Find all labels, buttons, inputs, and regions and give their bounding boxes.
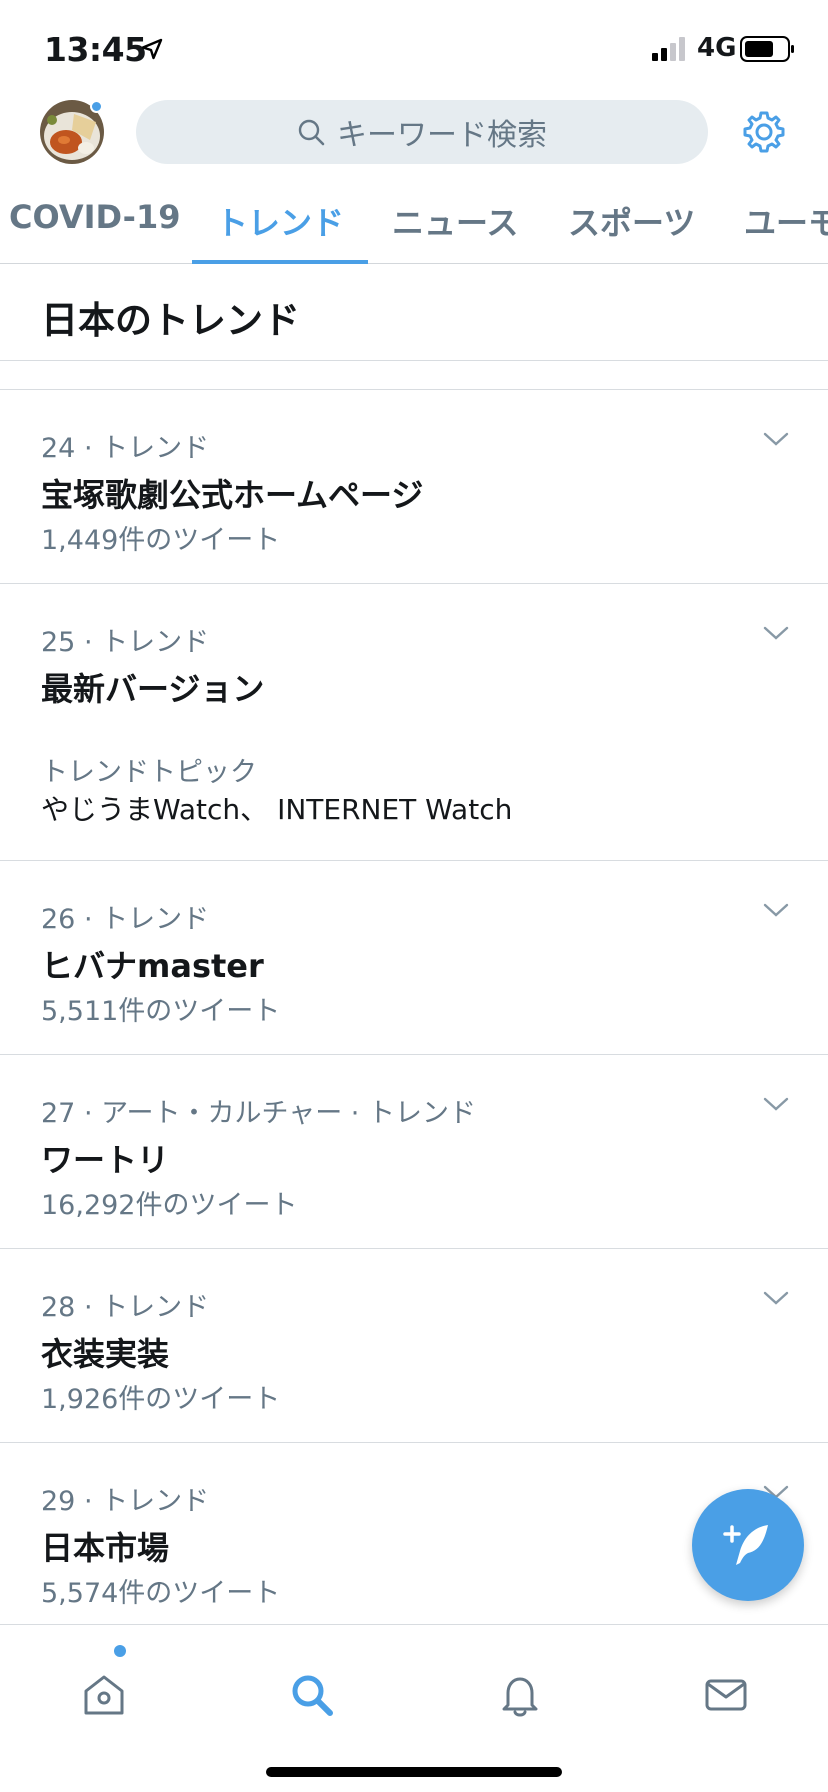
trend-item[interactable]: 28 · トレンド 衣装実装 1,926件のツイート	[0, 1249, 828, 1442]
search-placeholder: キーワード検索	[337, 118, 547, 153]
trend-name: 衣装実装	[41, 1335, 170, 1373]
compose-tweet-button[interactable]	[692, 1489, 804, 1601]
search-icon[interactable]	[288, 1671, 336, 1719]
chevron-down-icon[interactable]	[762, 901, 790, 919]
trend-topic-value: やじうまWatch、 INTERNET Watch	[41, 793, 513, 826]
status-bar: 13:45 4G	[0, 0, 828, 92]
trend-item[interactable]: 25 · トレンド 最新バージョン トレンドトピック やじうまWatch、 IN…	[0, 584, 828, 860]
search-input[interactable]: キーワード検索	[136, 100, 708, 164]
trend-item[interactable]: 27 · アート・カルチャー · トレンド ワートリ 16,292件のツイート	[0, 1055, 828, 1248]
tab-sports[interactable]: スポーツ	[568, 198, 695, 244]
compose-feather-icon	[723, 1525, 768, 1565]
trend-item[interactable]: 24 · トレンド 宝塚歌劇公式ホームページ 1,449件のツイート	[0, 390, 828, 583]
tab-trends[interactable]: トレンド	[216, 198, 344, 244]
trend-name: 宝塚歌劇公式ホームページ	[41, 476, 424, 514]
trend-tweet-count: 16,292件のツイート	[41, 1190, 298, 1221]
chevron-down-icon[interactable]	[762, 1289, 790, 1307]
section-title: 日本のトレンド	[41, 299, 300, 342]
tab-covid-19[interactable]: COVID-19	[9, 198, 180, 236]
explore-tabs: COVID-19 トレンド ニュース スポーツ ユーモ	[0, 180, 828, 264]
divider	[0, 360, 828, 361]
active-tab-indicator	[192, 260, 368, 264]
trend-meta: 29 · トレンド	[41, 1486, 210, 1517]
trend-meta: 24 · トレンド	[41, 433, 210, 464]
trend-tweet-count: 1,926件のツイート	[41, 1384, 281, 1415]
network-type: 4G	[697, 33, 737, 63]
trend-name: 日本市場	[41, 1529, 170, 1567]
trend-name: ヒバナmaster	[41, 947, 264, 985]
trend-name: 最新バージョン	[41, 670, 265, 708]
bell-icon[interactable]	[496, 1671, 544, 1719]
mail-icon[interactable]	[702, 1671, 750, 1719]
home-icon[interactable]	[80, 1671, 128, 1719]
trend-meta: 28 · トレンド	[41, 1292, 210, 1323]
bottom-nav	[0, 1624, 828, 1792]
battery-icon	[740, 36, 794, 62]
trend-name: ワートリ	[41, 1141, 170, 1179]
gear-icon[interactable]	[742, 110, 786, 154]
app-header: キーワード検索	[0, 96, 828, 168]
trend-tweet-count: 5,574件のツイート	[41, 1578, 281, 1609]
chevron-down-icon[interactable]	[762, 624, 790, 642]
trend-tweet-count: 1,449件のツイート	[41, 525, 281, 556]
home-indicator	[266, 1767, 562, 1777]
chevron-down-icon[interactable]	[762, 430, 790, 448]
trend-topic-label: トレンドトピック	[41, 757, 257, 788]
tab-news[interactable]: ニュース	[392, 198, 518, 244]
cell-signal-icon	[652, 37, 685, 61]
location-arrow-icon	[141, 38, 163, 60]
trend-tweet-count: 5,511件のツイート	[41, 996, 281, 1027]
home-notification-dot	[114, 1645, 126, 1657]
trend-meta: 27 · アート・カルチャー · トレンド	[41, 1098, 476, 1129]
chevron-down-icon[interactable]	[762, 1095, 790, 1113]
search-icon	[298, 119, 325, 146]
notification-dot	[90, 100, 103, 113]
trend-meta: 26 · トレンド	[41, 904, 210, 935]
tab-humor[interactable]: ユーモ	[744, 198, 828, 244]
trend-item[interactable]: 26 · トレンド ヒバナmaster 5,511件のツイート	[0, 861, 828, 1054]
status-time: 13:45	[44, 30, 147, 69]
trend-meta: 25 · トレンド	[41, 627, 210, 658]
